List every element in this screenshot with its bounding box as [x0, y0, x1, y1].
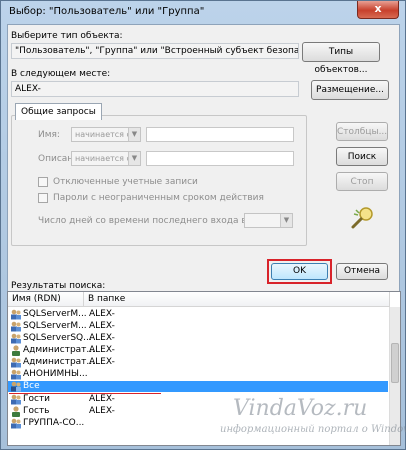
row-folder: ALEX-	[89, 321, 115, 331]
window-title: Выбор: "Пользователь" или "Группа"	[9, 6, 205, 17]
row-folder: ALEX-	[89, 309, 115, 319]
chevron-down-icon: ▼	[280, 214, 292, 227]
description-input[interactable]	[146, 151, 294, 166]
days-since-logon-select[interactable]: ▼	[244, 213, 293, 228]
row-name: Администрат...	[23, 345, 95, 355]
name-input[interactable]	[146, 127, 294, 142]
group-icon	[11, 357, 21, 368]
table-row[interactable]: SQLServerM... ALEX-	[8, 309, 388, 320]
row-name: SQLServerM...	[23, 309, 87, 319]
column-header-name[interactable]: Имя (RDN)	[8, 292, 84, 307]
table-row[interactable]: Администрат... ALEX-	[8, 345, 388, 356]
cancel-button[interactable]: Отмена	[336, 263, 388, 280]
location-value: ALEX-	[11, 81, 299, 97]
description-condition-value: начинается с	[75, 154, 131, 163]
row-name: Гости	[23, 394, 51, 404]
results-list[interactable]: Имя (RDN) В папке SQLServerM... ALEX- SQL…	[7, 291, 401, 446]
ok-button[interactable]: OK	[271, 263, 328, 280]
watermark-tagline: информационный портал о Windows	[220, 424, 406, 435]
row-name: Гость	[23, 406, 50, 416]
name-label: Имя:	[38, 130, 60, 140]
disabled-accounts-checkbox[interactable]	[38, 177, 48, 187]
description-condition-select[interactable]: начинается с ▼	[71, 151, 141, 166]
row-folder: ALEX-	[89, 394, 115, 404]
row-name: SQLServerM...	[23, 321, 87, 331]
chevron-down-icon: ▼	[128, 152, 140, 165]
row-name: Все	[23, 381, 40, 391]
row-name: SQLServerSQ...	[23, 333, 92, 343]
search-animation-icon	[351, 207, 373, 229]
scrollbar-thumb[interactable]	[391, 343, 399, 383]
row-name: ГРУППА-СО...	[23, 418, 85, 428]
group-icon	[11, 321, 21, 332]
group-icon	[11, 333, 21, 344]
group-icon	[11, 381, 21, 392]
user-icon	[12, 345, 20, 356]
table-row[interactable]: Администрат... ALEX-	[8, 357, 388, 368]
table-row[interactable]: SQLServerSQ... ALEX-	[8, 333, 388, 344]
row-name: Администрат...	[23, 357, 95, 367]
row-folder: ALEX-	[89, 406, 115, 416]
location-label: В следующем месте:	[11, 69, 111, 79]
row-name: АНОНИМНЫ...	[23, 369, 88, 379]
object-type-value: "Пользователь", "Группа" или "Встроенный…	[11, 43, 299, 59]
columns-button[interactable]: Столбцы...	[336, 122, 388, 141]
group-icon	[11, 369, 21, 380]
table-row[interactable]: Все	[8, 381, 388, 392]
group-icon	[11, 394, 21, 405]
search-button[interactable]: Поиск	[336, 147, 388, 166]
object-types-button[interactable]: Типы объектов...	[302, 42, 380, 75]
no-expire-passwords-checkbox[interactable]	[38, 193, 48, 203]
column-header-folder[interactable]: В папке	[84, 292, 390, 307]
close-button[interactable]: x	[357, 1, 399, 19]
name-condition-select[interactable]: начинается с ▼	[71, 127, 141, 142]
locations-button[interactable]: Размещение...	[311, 80, 389, 100]
name-condition-value: начинается с	[75, 130, 131, 139]
table-row[interactable]: АНОНИМНЫ...	[8, 369, 388, 380]
watermark-site: VindaVoz.ru	[233, 396, 368, 421]
chevron-down-icon: ▼	[128, 128, 140, 141]
no-expire-passwords-label: Пароли с неограниченным сроком действия	[53, 193, 264, 203]
table-row[interactable]: SQLServerM... ALEX-	[8, 321, 388, 332]
tab-common-queries[interactable]: Общие запросы	[15, 103, 102, 120]
disabled-accounts-label: Отключенные учетные записи	[53, 177, 198, 187]
row-folder: ALEX-	[89, 333, 115, 343]
row-folder: ALEX-	[89, 345, 115, 355]
stop-button[interactable]: Стоп	[336, 172, 388, 191]
object-type-label: Выберите тип объекта:	[11, 31, 123, 41]
group-icon	[11, 309, 21, 320]
group-icon	[11, 418, 21, 429]
row-folder: ALEX-	[89, 357, 115, 367]
user-icon	[12, 406, 20, 417]
results-label: Результаты поиска:	[11, 281, 106, 291]
